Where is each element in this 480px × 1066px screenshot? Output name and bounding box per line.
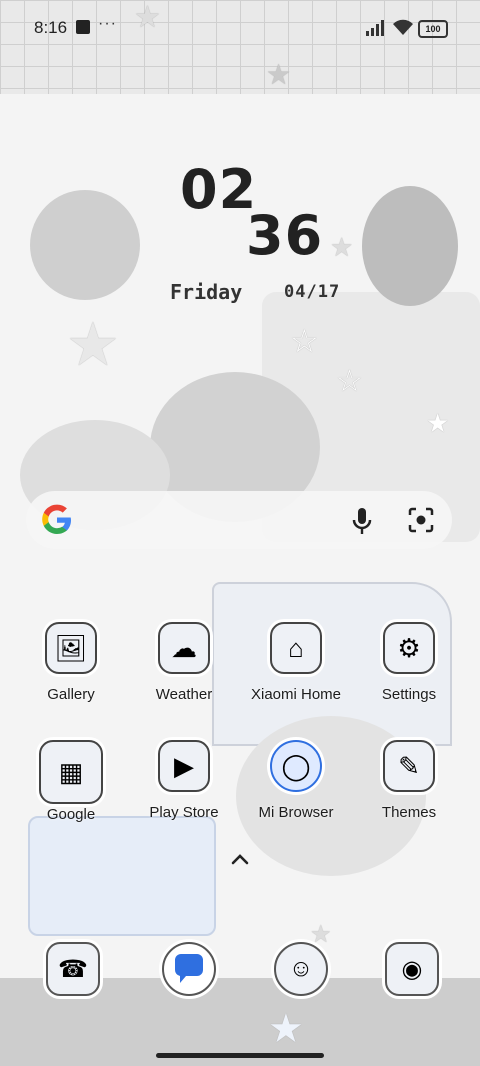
wallpaper-bunny-right xyxy=(362,186,458,306)
star-decoration: ☆ xyxy=(290,323,319,359)
dock-messages[interactable] xyxy=(162,942,216,996)
app-label: Settings xyxy=(381,686,437,703)
app-weather[interactable]: ☁ Weather xyxy=(128,622,240,703)
play-store-icon: ▶ xyxy=(158,740,210,792)
lens-icon[interactable] xyxy=(408,507,434,533)
dock-camera[interactable]: ◉ xyxy=(385,942,439,996)
google-search-bar[interactable] xyxy=(26,491,452,549)
contacts-icon: ☺ xyxy=(288,955,314,982)
star-decoration: ☆ xyxy=(336,365,363,398)
star-decoration: ★ xyxy=(330,232,354,262)
app-label: Google xyxy=(46,806,96,823)
app-drawer-chevron-up-icon[interactable] xyxy=(230,852,250,866)
clock-minutes: 36 xyxy=(246,204,324,267)
app-label: Weather xyxy=(155,686,213,703)
messages-icon xyxy=(174,954,203,983)
settings-icon: ⚙ xyxy=(383,622,435,674)
app-mi-browser[interactable]: ◯ Mi Browser xyxy=(240,740,352,821)
google-folder-icon: ▦ xyxy=(39,740,103,804)
star-decoration: ★ xyxy=(66,311,120,378)
status-time: 8:16 xyxy=(34,18,68,37)
app-label: Play Store xyxy=(149,804,219,821)
clock-date: 04/17 xyxy=(284,282,341,302)
app-google-folder[interactable]: ▦ Google xyxy=(15,740,127,823)
camera-icon: ◉ xyxy=(401,955,423,983)
app-label: Themes xyxy=(381,804,437,821)
google-g-icon xyxy=(42,504,71,534)
star-decoration: ★ xyxy=(426,408,450,438)
weather-icon: ☁ xyxy=(158,622,210,674)
app-settings[interactable]: ⚙ Settings xyxy=(353,622,465,703)
clock-day: Friday xyxy=(170,280,243,304)
wifi-icon xyxy=(393,19,413,35)
mi-browser-icon: ◯ xyxy=(270,740,322,792)
wallpaper-cat-plush xyxy=(30,190,140,300)
star-decoration: ★ xyxy=(266,59,292,90)
more-notifications-icon: ··· xyxy=(98,15,117,32)
gesture-nav-bar[interactable] xyxy=(156,1053,324,1058)
app-themes[interactable]: ✎ Themes xyxy=(353,740,465,821)
star-decoration: ★ xyxy=(268,1007,304,1051)
app-label: Xiaomi Home xyxy=(250,686,342,703)
themes-icon: ✎ xyxy=(383,740,435,792)
phone-icon: ☎ xyxy=(58,955,88,983)
dock-phone[interactable]: ☎ xyxy=(46,942,100,996)
gallery-icon: 🖼 xyxy=(45,622,97,674)
app-gallery[interactable]: 🖼 Gallery xyxy=(15,622,127,703)
signal-icon xyxy=(366,20,384,36)
app-xiaomi-home[interactable]: ⌂ Xiaomi Home xyxy=(240,622,352,703)
mic-icon[interactable] xyxy=(350,507,374,535)
battery-icon: 100 xyxy=(418,20,448,38)
notification-icon xyxy=(76,20,90,34)
app-play-store[interactable]: ▶ Play Store xyxy=(128,740,240,821)
wallpaper-blue-panel xyxy=(28,816,216,936)
xiaomi-home-icon: ⌂ xyxy=(270,622,322,674)
status-bar: 8:16 ··· 100 xyxy=(0,0,480,56)
app-label: Gallery xyxy=(47,686,95,703)
app-label: Mi Browser xyxy=(258,804,334,821)
dock-contacts[interactable]: ☺ xyxy=(274,942,328,996)
